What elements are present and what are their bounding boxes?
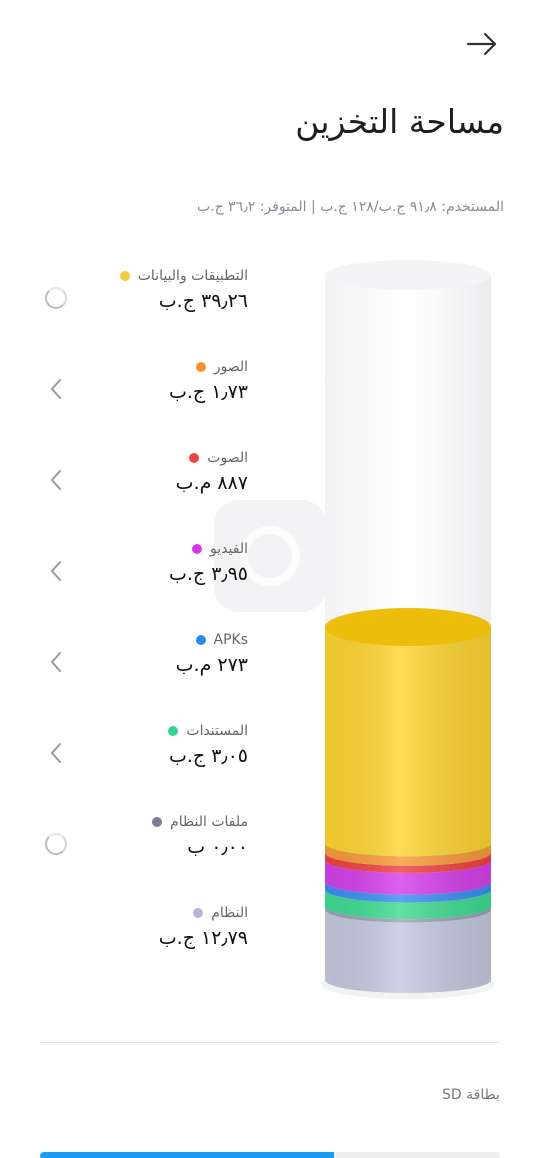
category-label-row: الفيديو [192, 541, 248, 557]
category-label: الفيديو [210, 541, 248, 557]
category-size: ٣٫٩٥ ج.ب [168, 563, 248, 585]
category-label: النظام [211, 905, 248, 921]
divider [40, 1042, 500, 1043]
storage-summary: المستخدم: ٩١٫٨ ج.ب/١٢٨ ج.ب | المتوفر: ٣٦… [197, 199, 504, 215]
category-row[interactable]: الصور ١٫٧٣ ج.ب [0, 351, 300, 421]
category-label: الصوت [207, 450, 248, 466]
category-row[interactable]: الفيديو ٣٫٩٥ ج.ب [0, 533, 300, 603]
sd-card-usage-bar [40, 1152, 500, 1158]
loading-spinner-icon [40, 828, 72, 860]
category-row: ملفات النظام ٠٫٠٠ ب [0, 806, 300, 876]
category-label-row: النظام [193, 905, 248, 921]
category-label: التطبيقات والبيانات [137, 268, 248, 284]
loading-spinner-icon [40, 282, 72, 314]
cylinder-fill-top-cap [325, 608, 491, 647]
category-label-row: التطبيقات والبيانات [119, 268, 248, 284]
page-title: مساحة التخزين [295, 102, 504, 141]
category-color-dot [195, 362, 206, 372]
category-size: ١٫٧٣ ج.ب [168, 381, 248, 403]
category-label-row: APKs [195, 632, 249, 648]
category-color-dot [119, 271, 130, 281]
category-label: APKs [213, 632, 249, 648]
category-color-dot [189, 453, 200, 463]
category-color-dot [193, 908, 204, 918]
category-row: النظام ١٢٫٧٩ ج.ب [0, 897, 300, 967]
category-row[interactable]: الصوت ٨٨٧ م.ب [0, 442, 300, 512]
category-size: ٢٧٣ م.ب [175, 654, 248, 676]
category-label: المستندات [186, 723, 248, 739]
arrow-right-icon [466, 32, 497, 56]
back-button[interactable] [462, 28, 502, 60]
cylinder-top-cap [325, 260, 491, 290]
category-row: التطبيقات والبيانات ٣٩٫٢٦ ج.ب [0, 260, 300, 330]
chevron-left-icon[interactable] [40, 464, 72, 496]
category-size: ١٢٫٧٩ ج.ب [158, 927, 248, 949]
category-label-row: المستندات [168, 723, 248, 739]
cylinder-shading [325, 627, 491, 993]
category-label-row: ملفات النظام [152, 814, 248, 830]
category-color-dot [195, 635, 206, 645]
chevron-left-icon[interactable] [40, 737, 72, 769]
chevron-left-icon[interactable] [40, 555, 72, 587]
category-label-row: الصوت [189, 450, 248, 466]
category-row[interactable]: المستندات ٣٫٠٥ ج.ب [0, 715, 300, 785]
sd-card-label[interactable]: بطاقة SD [442, 1087, 500, 1103]
storage-cylinder-chart [321, 260, 495, 999]
category-size: ٨٨٧ م.ب [175, 472, 248, 494]
category-color-dot [192, 544, 203, 554]
category-size: ٠٫٠٠ ب [187, 836, 248, 858]
chevron-left-icon[interactable] [40, 646, 72, 678]
category-row[interactable]: APKs ٢٧٣ م.ب [0, 624, 300, 694]
category-color-dot [168, 726, 179, 736]
category-size: ٣٩٫٢٦ ج.ب [158, 290, 248, 312]
sd-card-usage-fill [40, 1152, 335, 1158]
chevron-left-icon[interactable] [40, 373, 72, 405]
category-label: الصور [213, 359, 248, 375]
category-color-dot [152, 817, 163, 827]
category-size: ٣٫٠٥ ج.ب [168, 745, 248, 767]
category-label: ملفات النظام [170, 814, 248, 830]
category-label-row: الصور [195, 359, 248, 375]
